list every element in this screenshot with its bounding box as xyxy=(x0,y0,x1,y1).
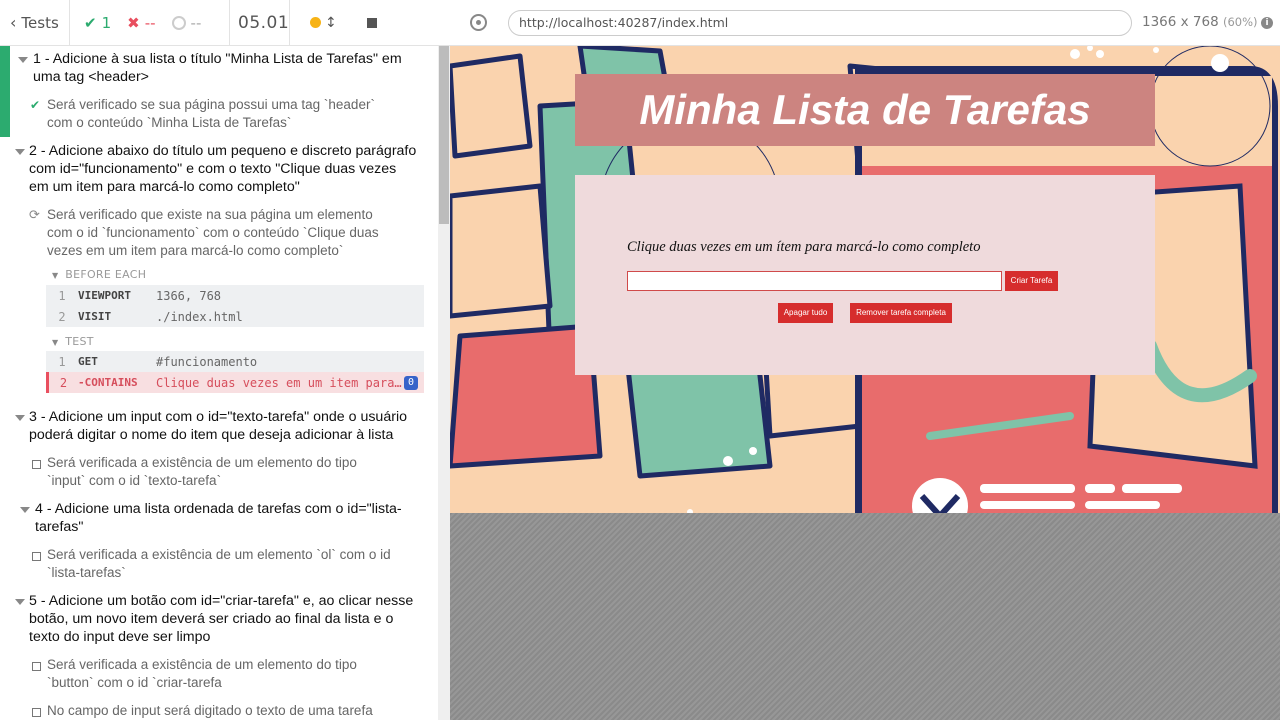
checkbox-icon xyxy=(32,552,41,561)
test-title: Será verificada a existência de um eleme… xyxy=(47,657,357,690)
url-field[interactable]: http://localhost:40287/index.html xyxy=(508,10,1132,36)
command-number: 2 xyxy=(59,375,68,390)
caret-down-icon[interactable] xyxy=(15,415,25,421)
suite-title[interactable]: 5 - Adicione um botão com id="criar-tare… xyxy=(29,592,429,646)
passed-stat: ✔ 1 xyxy=(84,14,111,32)
checkbox-icon xyxy=(32,662,41,671)
command-name: -CONTAINS xyxy=(78,376,138,389)
chevron-left-icon: ‹ xyxy=(10,13,17,32)
command-number: 1 xyxy=(58,354,66,369)
sort-arrows-icon[interactable]: ↕ xyxy=(325,15,337,31)
suite-title[interactable]: 2 - Adicione abaixo do título um pequeno… xyxy=(29,142,429,196)
task-input[interactable] xyxy=(627,271,1002,291)
running-indicator xyxy=(310,17,321,28)
tests-nav-button[interactable]: ‹ Tests xyxy=(0,0,70,46)
pending-count: -- xyxy=(190,13,202,32)
checkbox-icon xyxy=(32,708,41,717)
suite-title[interactable]: 3 - Adicione um input com o id="texto-ta… xyxy=(29,408,429,444)
browser-url-bar: http://localhost:40287/index.html 1366 x… xyxy=(450,0,1280,46)
suite-title[interactable]: 1 - Adicione à sua lista o título "Minha… xyxy=(33,50,428,86)
test-hook-header[interactable]: ▼ TEST xyxy=(52,335,94,348)
command-row-failed[interactable]: 2 -CONTAINS Clique duas vezes em um item… xyxy=(46,372,424,393)
command-name: VIEWPORT xyxy=(78,289,131,302)
create-task-button[interactable]: Criar Tarefa xyxy=(1005,271,1058,291)
caret-down-icon[interactable] xyxy=(15,149,25,155)
suite-title[interactable]: 4 - Adicione uma lista ordenada de taref… xyxy=(35,500,415,536)
reporter-body: 1 - Adicione à sua lista o título "Minha… xyxy=(0,46,438,720)
test-hook-label: TEST xyxy=(65,335,94,348)
app-card: Clique duas vezes em um ítem para marcá-… xyxy=(575,175,1155,375)
caret-down-icon: ▼ xyxy=(52,271,59,280)
passed-count: 1 xyxy=(101,13,112,32)
viewport-scale: (60%) xyxy=(1223,15,1258,29)
before-each-label: BEFORE EACH xyxy=(65,268,147,281)
instructions-paragraph: Clique duas vezes em um ítem para marcá-… xyxy=(627,239,981,255)
command-number: 1 xyxy=(58,288,66,303)
viewport-outside-area xyxy=(450,513,1280,720)
check-icon: ✔ xyxy=(84,13,97,32)
run-duration: 05.01 xyxy=(230,0,290,46)
check-icon: ✔ xyxy=(30,98,41,112)
failed-count: -- xyxy=(144,13,156,32)
run-controls: ↕ xyxy=(290,15,450,31)
command-row[interactable]: 1 VIEWPORT 1366, 768 xyxy=(46,285,424,306)
failed-stat: ✖ -- xyxy=(127,14,155,32)
command-arg: 1366, 768 xyxy=(156,288,222,303)
viewport-dimensions: 1366 x 768 xyxy=(1142,14,1219,30)
command-arg: #funcionamento xyxy=(156,354,258,369)
caret-down-icon: ▼ xyxy=(52,338,59,347)
checkbox-icon xyxy=(32,460,41,469)
command-arg: Clique duas vezes em um item para marcá-… xyxy=(156,375,404,390)
info-icon[interactable]: i xyxy=(1261,17,1273,29)
refresh-icon: ⟳ xyxy=(29,208,40,223)
match-count-badge: 0 xyxy=(403,375,418,390)
caret-down-icon[interactable] xyxy=(20,507,30,513)
pending-stat: -- xyxy=(171,13,202,32)
viewport-size-readout: 1366 x 768 (60%) xyxy=(1142,14,1258,30)
tests-label: Tests xyxy=(21,13,59,32)
before-each-header[interactable]: ▼ BEFORE EACH xyxy=(52,268,146,281)
clear-all-button[interactable]: Apagar tudo xyxy=(778,303,833,323)
test-title: Será verificada a existência de um eleme… xyxy=(47,455,357,488)
passed-status-bar xyxy=(0,46,10,137)
command-row[interactable]: 2 VISIT ./index.html xyxy=(46,306,424,327)
x-icon: ✖ xyxy=(127,13,140,32)
test-title: Será verificado que existe na sua página… xyxy=(47,207,379,258)
test-title: Será verificada a existência de um eleme… xyxy=(47,547,391,580)
caret-down-icon[interactable] xyxy=(18,57,28,63)
app-header-title: Minha Lista de Tarefas xyxy=(575,74,1155,146)
target-icon[interactable] xyxy=(470,14,487,31)
command-number: 2 xyxy=(58,309,66,324)
app-preview: Minha Lista de Tarefas Clique duas vezes… xyxy=(450,46,1280,513)
test-title: Será verificado se sua página possui uma… xyxy=(47,97,375,130)
command-arg: ./index.html xyxy=(156,309,243,324)
command-row[interactable]: 1 GET #funcionamento xyxy=(46,351,424,372)
command-name: VISIT xyxy=(78,310,112,323)
test-reporter: ‹ Tests ✔ 1 ✖ -- -- 05.01 ↕ 1 - Adicione… xyxy=(0,0,450,720)
test-title: No campo de input será digitado o texto … xyxy=(47,703,373,718)
stop-icon[interactable] xyxy=(366,17,377,28)
remove-completed-button[interactable]: Remover tarefa completa xyxy=(850,303,952,323)
scrollbar-thumb[interactable] xyxy=(439,46,449,224)
caret-down-icon[interactable] xyxy=(15,599,25,605)
stats-group: ✔ 1 ✖ -- -- xyxy=(70,0,230,46)
reporter-header: ‹ Tests ✔ 1 ✖ -- -- 05.01 ↕ xyxy=(0,0,450,46)
command-name: GET xyxy=(78,355,98,368)
spinner-icon xyxy=(171,15,186,30)
